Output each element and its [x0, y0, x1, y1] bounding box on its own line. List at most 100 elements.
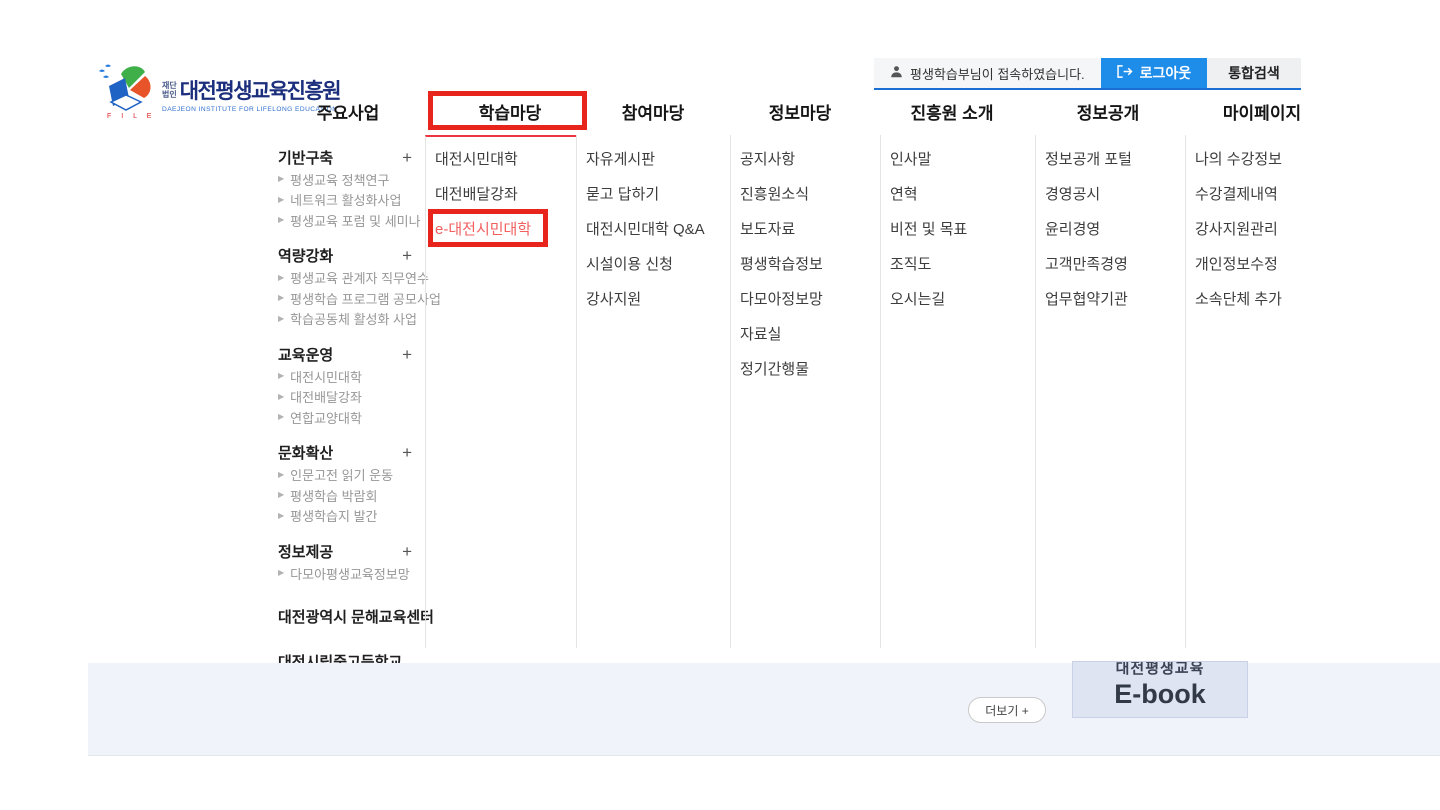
ebook-title: 대전평생교육 [1073, 661, 1247, 678]
menu-item[interactable]: 자료실 [731, 316, 880, 351]
menu-item[interactable]: 보도자료 [731, 211, 880, 246]
plus-icon[interactable]: + [402, 444, 412, 461]
menu-item[interactable]: 개인정보수정 [1186, 246, 1330, 281]
plus-icon[interactable]: + [402, 149, 412, 166]
menu-sub-item-label: 연합교양대학 [290, 408, 362, 427]
menu-group-label: 교육운영 [278, 344, 333, 365]
arrow-right-icon: ▶ [278, 216, 284, 224]
menu-group-title[interactable]: 정보제공 + [278, 539, 425, 563]
mega-menu-column: 나의 수강정보수강결제내역강사지원관리개인정보수정소속단체 추가 [1185, 135, 1330, 648]
nav-item-4[interactable]: 정보마당 [769, 92, 832, 130]
menu-item[interactable]: 업무협약기관 [1036, 281, 1185, 316]
menu-item[interactable]: 대전시민대학 [426, 141, 576, 176]
menu-sub-item-label: 평생교육 정책연구 [290, 170, 389, 189]
nav-item-3[interactable]: 참여마당 [622, 92, 685, 130]
menu-item[interactable]: 묻고 답하기 [577, 176, 730, 211]
arrow-right-icon: ▶ [278, 315, 284, 323]
menu-group-title[interactable]: 역량강화 + [278, 244, 425, 268]
menu-group-title[interactable]: 대전광역시 문해교육센터 [278, 605, 425, 629]
menu-sub-item[interactable]: ▶평생교육 정책연구 [278, 169, 425, 190]
menu-item[interactable]: 경영공시 [1036, 176, 1185, 211]
menu-item[interactable]: 비전 및 목표 [881, 211, 1035, 246]
arrow-right-icon: ▶ [278, 413, 284, 421]
menu-sub-item-label: 네트워크 활성화사업 [290, 190, 401, 209]
menu-sub-item[interactable]: ▶ 연합교양대학 [278, 407, 425, 428]
menu-sub-item[interactable]: ▶평생학습 박람회 [278, 485, 425, 506]
menu-item[interactable]: 조직도 [881, 246, 1035, 281]
menu-sub-item-label: 학습공동체 활성화 사업 [290, 309, 417, 328]
menu-item[interactable]: 다모아정보망 [731, 281, 880, 316]
menu-sub-item[interactable]: ▶ 인문고전 읽기 운동 [278, 465, 425, 486]
nav-item-2[interactable]: 학습마당 [479, 92, 542, 130]
menu-item[interactable]: 강사지원관리 [1186, 211, 1330, 246]
menu-item[interactable]: 정보공개 포털 [1036, 141, 1185, 176]
menu-sub-item-label: 평생교육 관계자 직무연수 [290, 268, 429, 287]
arrow-right-icon: ▶ [278, 569, 284, 577]
menu-item[interactable]: 수강결제내역 [1186, 176, 1330, 211]
menu-item[interactable]: 시설이용 신청 [577, 246, 730, 281]
ebook-card[interactable]: 대전평생교육 E-book [1072, 661, 1248, 718]
nav-item-7[interactable]: 마이페이지 [1223, 92, 1301, 130]
menu-item[interactable]: 소속단체 추가 [1186, 281, 1330, 316]
menu-item[interactable]: 자유게시판 [577, 141, 730, 176]
menu-item[interactable]: e-대전시민대학 [426, 211, 576, 246]
menu-item[interactable]: 연혁 [881, 176, 1035, 211]
menu-sub-item[interactable]: ▶대전배달강좌 [278, 387, 425, 408]
login-status-text: 평생학습부님이 접속하였습니다. [910, 64, 1085, 83]
nav-item-1[interactable]: 주요사업 [317, 92, 380, 130]
menu-sub-item-label: 평생교육 포럼 및 세미나 [290, 211, 420, 230]
menu-sub-item[interactable]: ▶평생학습 프로그램 공모사업 [278, 288, 425, 309]
menu-sub-item[interactable]: ▶평생학습지 발간 [278, 506, 425, 527]
menu-sub-item[interactable]: ▶대전시민대학 [278, 366, 425, 387]
menu-sub-item-label: 대전시민대학 [290, 367, 362, 386]
menu-sub-item[interactable]: ▶ 평생교육 포럼 및 세미나 [278, 210, 425, 231]
arrow-right-icon: ▶ [278, 294, 284, 302]
nav-item-5[interactable]: 진흥원 소개 [911, 92, 994, 130]
menu-sub-item-label: 인문고전 읽기 운동 [290, 465, 393, 484]
menu-item[interactable]: 대전시민대학 Q&A [577, 211, 730, 246]
menu-sub-item[interactable]: ▶네트워크 활성화사업 [278, 190, 425, 211]
menu-item[interactable]: 정기간행물 [731, 351, 880, 386]
logout-label: 로그아웃 [1140, 63, 1192, 83]
search-label: 통합검색 [1228, 63, 1280, 83]
ebook-label: E-book [1073, 678, 1247, 710]
main-nav: 주요사업 학습마당 참여마당 정보마당 진흥원 소개 정보공개 마이페이지 [0, 92, 1440, 130]
menu-item[interactable]: 윤리경영 [1036, 211, 1185, 246]
menu-item[interactable]: 평생학습정보 [731, 246, 880, 281]
menu-group-label: 역량강화 [278, 245, 333, 266]
menu-sub-item[interactable]: ▶다모아평생교육정보망 [278, 563, 425, 584]
arrow-right-icon: ▶ [278, 512, 284, 520]
menu-group-title[interactable]: 기반구축+ [278, 145, 425, 169]
arrow-right-icon: ▶ [278, 471, 284, 479]
mega-menu-column: 자유게시판묻고 답하기대전시민대학 Q&A시설이용 신청강사지원 [576, 135, 730, 648]
menu-group-label: 문화확산 [278, 442, 333, 463]
menu-item[interactable]: 대전배달강좌 [426, 176, 576, 211]
nav-item-6[interactable]: 정보공개 [1077, 92, 1140, 130]
logout-button[interactable]: 로그아웃 [1101, 58, 1208, 88]
user-icon [890, 65, 903, 81]
login-status: 평생학습부님이 접속하였습니다. [874, 58, 1101, 88]
topbar: 평생학습부님이 접속하였습니다. 로그아웃 통합검색 [874, 58, 1301, 90]
mega-menu-column: 공지사항진흥원소식보도자료평생학습정보다모아정보망자료실정기간행물 [730, 135, 880, 648]
plus-icon[interactable]: + [402, 247, 412, 264]
menu-group-label: 정보제공 [278, 541, 333, 562]
more-button[interactable]: 더보기 + [968, 697, 1046, 723]
logout-icon [1117, 65, 1133, 81]
menu-item[interactable]: 진흥원소식 [731, 176, 880, 211]
mega-menu-column: 정보공개 포털경영공시윤리경영고객만족경영업무협약기관 [1035, 135, 1185, 648]
plus-icon[interactable]: + [402, 543, 412, 560]
menu-item[interactable]: 공지사항 [731, 141, 880, 176]
menu-item[interactable]: 나의 수강정보 [1186, 141, 1330, 176]
menu-sub-item[interactable]: ▶평생교육 관계자 직무연수 [278, 268, 425, 289]
menu-group-title[interactable]: 문화확산 + [278, 441, 425, 465]
menu-sub-item-label: 평생학습 프로그램 공모사업 [290, 289, 441, 308]
menu-item[interactable]: 인사말 [881, 141, 1035, 176]
menu-sub-item[interactable]: ▶ 학습공동체 활성화 사업 [278, 309, 425, 330]
menu-item[interactable]: 강사지원 [577, 281, 730, 316]
search-button[interactable]: 통합검색 [1207, 58, 1301, 88]
menu-item[interactable]: 고객만족경영 [1036, 246, 1185, 281]
menu-item[interactable]: 오시는길 [881, 281, 1035, 316]
menu-group-title[interactable]: 교육운영 + [278, 342, 425, 366]
page: F I L E 재단법인 대전평생교육진흥원 DAEJEON INSTITUTE… [0, 0, 1440, 810]
plus-icon[interactable]: + [402, 346, 412, 363]
